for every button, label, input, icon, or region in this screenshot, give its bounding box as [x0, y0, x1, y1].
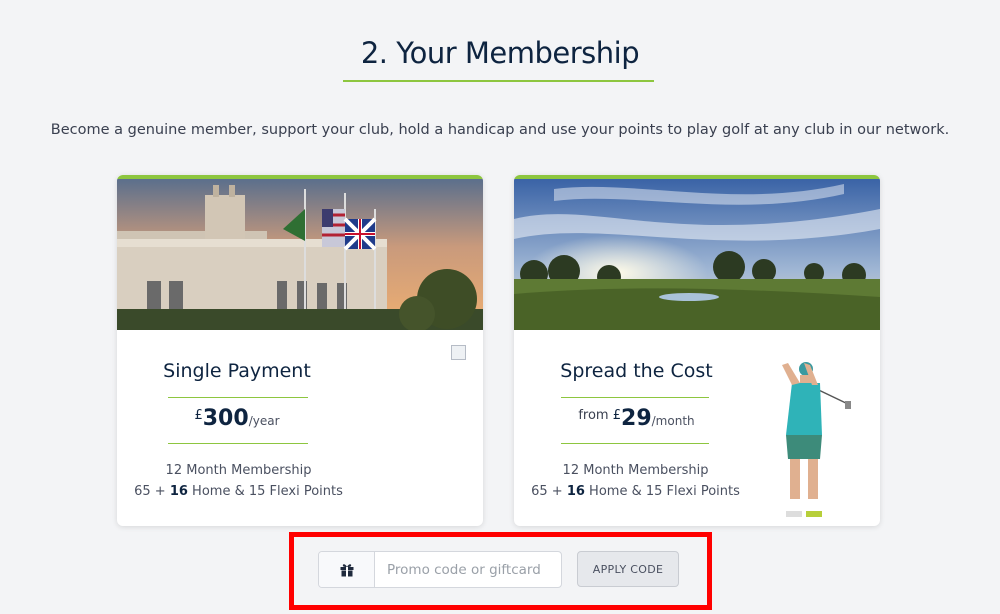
price-currency: £ [612, 408, 622, 423]
plan-term: 12 Month Membership [562, 463, 709, 478]
price-divider [168, 443, 308, 444]
price-divider [561, 443, 709, 444]
plan-card-spread-cost[interactable]: Spread the Cost from £29/month 12 Month … [514, 175, 880, 526]
plan-points: 65 + 16 Home & 15 Flexi Points [531, 484, 740, 499]
price-amount: 300 [202, 406, 249, 431]
plan-points: 65 + 16 Home & 15 Flexi Points [134, 484, 343, 499]
plan-title: Spread the Cost [560, 360, 713, 382]
price-prefix: from [578, 408, 613, 423]
golfer-image [760, 355, 870, 526]
plan-term: 12 Month Membership [165, 463, 312, 478]
plan-details: 12 Month Membership 65 + 16 Home & 15 Fl… [514, 460, 757, 502]
plan-card-single-payment[interactable]: Single Payment £300/year 12 Month Member… [117, 175, 483, 526]
plan-price: from £29/month [544, 406, 729, 431]
price-currency: £ [194, 408, 203, 423]
plan-title: Single Payment [163, 360, 311, 382]
clubhouse-photo [117, 179, 483, 330]
promo-code-group [318, 551, 562, 588]
price-period: /month [651, 414, 695, 428]
gift-icon [319, 552, 375, 587]
plan-details: 12 Month Membership 65 + 16 Home & 15 Fl… [117, 460, 360, 502]
price-period: /year [248, 414, 280, 428]
plan-price: £300/year [157, 406, 317, 431]
title-divider [561, 397, 709, 398]
broken-image-placeholder [451, 345, 466, 360]
heading-underline [343, 80, 654, 82]
intro-text: Become a genuine member, support your cl… [50, 122, 950, 138]
title-divider [168, 397, 308, 398]
price-amount: 29 [621, 406, 652, 431]
golf-course-photo [514, 179, 880, 330]
page-heading: 2. Your Membership [360, 36, 640, 70]
apply-code-button[interactable]: APPLY CODE [577, 551, 679, 587]
promo-code-input[interactable] [375, 552, 561, 587]
